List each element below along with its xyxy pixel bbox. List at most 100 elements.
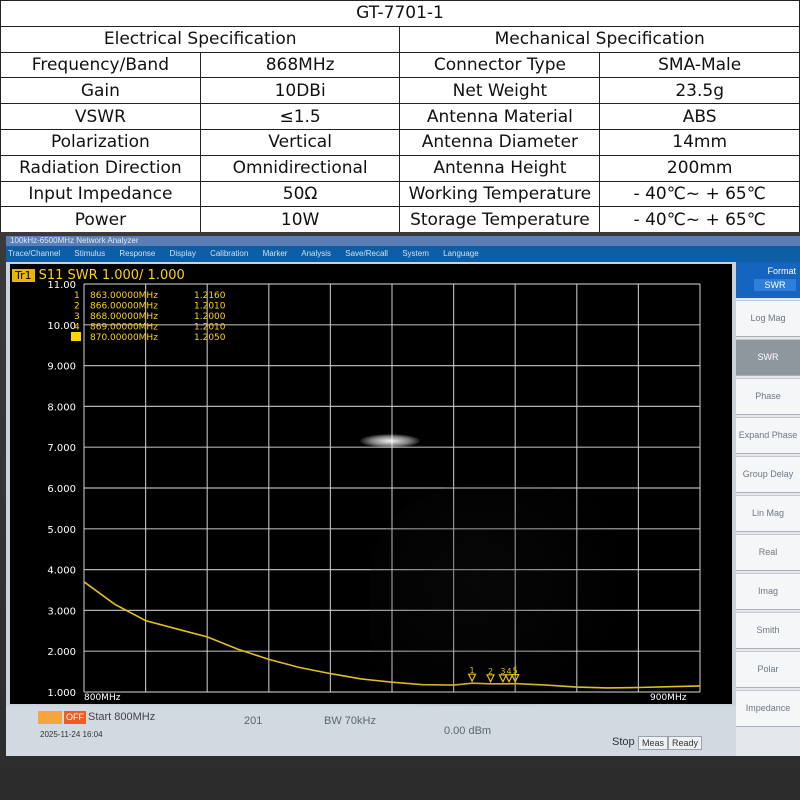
marker-frequency: 868.00000MHz bbox=[90, 312, 158, 322]
spec-table: GT-7701-1 Electrical Specification Mecha… bbox=[0, 0, 800, 234]
reflection-shadow bbox=[370, 484, 630, 724]
softkey-smith[interactable]: Smith bbox=[736, 612, 800, 649]
marker-value: 1.2000 bbox=[194, 312, 226, 322]
menu-item-save-recall[interactable]: Save/Recall bbox=[345, 249, 388, 258]
marker-frequency: 869.00000MHz bbox=[90, 323, 158, 333]
menu-item-trace-channel[interactable]: Trace/Channel bbox=[8, 249, 60, 258]
y-tick-label: 8.000 bbox=[47, 402, 76, 413]
spec-row: Frequency/Band 868MHz Connector Type SMA… bbox=[0, 51, 800, 79]
y-tick-label: 9.000 bbox=[47, 362, 76, 373]
format-current-value: SWR bbox=[754, 279, 796, 291]
spec-row: Power 10W Storage Temperature - 40℃~ + 6… bbox=[0, 206, 800, 234]
electrical-header: Electrical Specification bbox=[0, 25, 401, 53]
mechanical-value: SMA-Male bbox=[599, 51, 800, 79]
y-tick-label: 5.000 bbox=[47, 525, 76, 536]
y-tick-label: 2.000 bbox=[47, 647, 76, 658]
format-menu-title: Format bbox=[767, 266, 796, 276]
x-stop-label: 900MHz bbox=[650, 693, 687, 703]
marker-id: 3 bbox=[74, 312, 80, 322]
marker-id: 2 bbox=[74, 302, 80, 312]
spec-row: Polarization Vertical Antenna Diameter 1… bbox=[0, 128, 800, 156]
softkey-expand-phase[interactable]: Expand Phase bbox=[736, 417, 800, 454]
softkey-impedance[interactable]: Impedance bbox=[736, 690, 800, 727]
softkey-log-mag[interactable]: Log Mag bbox=[736, 300, 800, 337]
status-bar: OFF Start 800MHz 201 BW 70kHz 0.00 dBm S… bbox=[6, 706, 736, 756]
softkey-polar[interactable]: Polar bbox=[736, 651, 800, 688]
spec-row: Gain 10DBi Net Weight 23.5g bbox=[0, 77, 800, 105]
electrical-label: Power bbox=[0, 206, 201, 234]
ready-button[interactable]: Ready bbox=[668, 736, 703, 750]
electrical-label: Input Impedance bbox=[0, 180, 201, 208]
marker-id: 4 bbox=[74, 323, 80, 333]
electrical-value: ≤1.5 bbox=[199, 103, 401, 130]
window-title: 100kHz-6500MHz Network Analyzer bbox=[6, 236, 800, 246]
y-tick-label: 6.000 bbox=[47, 484, 76, 495]
electrical-value: 868MHz bbox=[199, 51, 401, 79]
mechanical-label: Storage Temperature bbox=[399, 206, 601, 234]
electrical-label: Gain bbox=[0, 77, 201, 105]
spec-row: VSWR ≤1.5 Antenna Material ABS bbox=[0, 103, 800, 130]
mechanical-header: Mechanical Specification bbox=[399, 25, 800, 53]
mechanical-value: 23.5g bbox=[599, 77, 800, 105]
menu-item-language[interactable]: Language bbox=[443, 249, 479, 258]
softkey-lin-mag[interactable]: Lin Mag bbox=[736, 495, 800, 532]
electrical-label: VSWR bbox=[0, 103, 201, 130]
format-menu-header[interactable]: Format SWR bbox=[736, 262, 800, 298]
screen-glare bbox=[360, 434, 420, 448]
electrical-value: Omnidirectional bbox=[199, 154, 401, 182]
menu-item-response[interactable]: Response bbox=[119, 249, 155, 258]
mechanical-label: Antenna Height bbox=[399, 154, 601, 182]
mechanical-value: 200mm bbox=[599, 154, 800, 182]
analyzer-monitor: 100kHz-6500MHz Network Analyzer Trace/Ch… bbox=[0, 232, 800, 800]
marker-value: 1.2010 bbox=[194, 323, 226, 333]
x-start-label: 800MHz bbox=[84, 693, 121, 703]
menu-item-display[interactable]: Display bbox=[170, 249, 196, 258]
electrical-label: Polarization bbox=[0, 128, 201, 156]
marker-frequency: 863.00000MHz bbox=[90, 291, 158, 301]
meas-button[interactable]: Meas bbox=[638, 736, 669, 750]
spec-row: Radiation Direction Omnidirectional Ante… bbox=[0, 154, 800, 182]
menu-item-analysis[interactable]: Analysis bbox=[301, 249, 331, 258]
softkey-swr[interactable]: SWR bbox=[736, 339, 800, 376]
softkey-real[interactable]: Real bbox=[736, 534, 800, 571]
mechanical-value: 14mm bbox=[599, 128, 800, 156]
if-bandwidth[interactable]: BW 70kHz bbox=[324, 715, 376, 727]
menu-item-system[interactable]: System bbox=[402, 249, 429, 258]
electrical-value: 10W bbox=[199, 206, 401, 234]
spec-table-container: GT-7701-1 Electrical Specification Mecha… bbox=[0, 0, 800, 234]
timestamp: 2025-11-24 16:04 bbox=[40, 730, 103, 739]
trace-header[interactable]: Tr1 S11 SWR 1.000/ 1.000 bbox=[12, 268, 185, 284]
menu-item-calibration[interactable]: Calibration bbox=[210, 249, 248, 258]
softkey-phase[interactable]: Phase bbox=[736, 378, 800, 415]
softkey-imag[interactable]: Imag bbox=[736, 573, 800, 610]
mechanical-label: Net Weight bbox=[399, 77, 601, 105]
trace-id-badge[interactable]: Tr1 bbox=[12, 269, 35, 282]
electrical-value: Vertical bbox=[199, 128, 401, 156]
marker-value: 1.2010 bbox=[194, 302, 226, 312]
y-tick-label: 1.000 bbox=[47, 688, 76, 699]
active-marker-box bbox=[71, 332, 81, 341]
marker-id: 1 bbox=[74, 291, 80, 301]
sweep-points[interactable]: 201 bbox=[244, 715, 262, 727]
mechanical-value: - 40℃~ + 65℃ bbox=[599, 180, 800, 208]
trace-title: S11 SWR 1.000/ 1.000 bbox=[38, 268, 185, 283]
menu-bar: Trace/Channel Stimulus Response Display … bbox=[6, 246, 800, 262]
electrical-label: Radiation Direction bbox=[0, 154, 201, 182]
swr-plot[interactable]: 11.00 10.00 9.000 8.000 7.000 6.000 5.000 4.000… bbox=[10, 264, 732, 724]
menu-item-marker[interactable]: Marker bbox=[263, 249, 288, 258]
mechanical-label: Working Temperature bbox=[399, 180, 601, 208]
marker-frequency: 866.00000MHz bbox=[90, 302, 158, 312]
spec-row: Input Impedance 50Ω Working Temperature … bbox=[0, 180, 800, 208]
channel-indicator[interactable] bbox=[38, 711, 62, 724]
electrical-value: 10DBi bbox=[199, 77, 401, 105]
analyzer-screen: 100kHz-6500MHz Network Analyzer Trace/Ch… bbox=[6, 236, 800, 756]
mechanical-value: ABS bbox=[599, 103, 800, 130]
electrical-label: Frequency/Band bbox=[0, 51, 201, 79]
off-badge[interactable]: OFF bbox=[64, 711, 86, 724]
mechanical-label: Antenna Diameter bbox=[399, 128, 601, 156]
mechanical-value: - 40℃~ + 65℃ bbox=[599, 206, 800, 234]
start-frequency[interactable]: Start 800MHz bbox=[88, 711, 155, 723]
menu-item-stimulus[interactable]: Stimulus bbox=[74, 249, 105, 258]
source-power[interactable]: 0.00 dBm bbox=[444, 725, 491, 737]
softkey-group-delay[interactable]: Group Delay bbox=[736, 456, 800, 493]
